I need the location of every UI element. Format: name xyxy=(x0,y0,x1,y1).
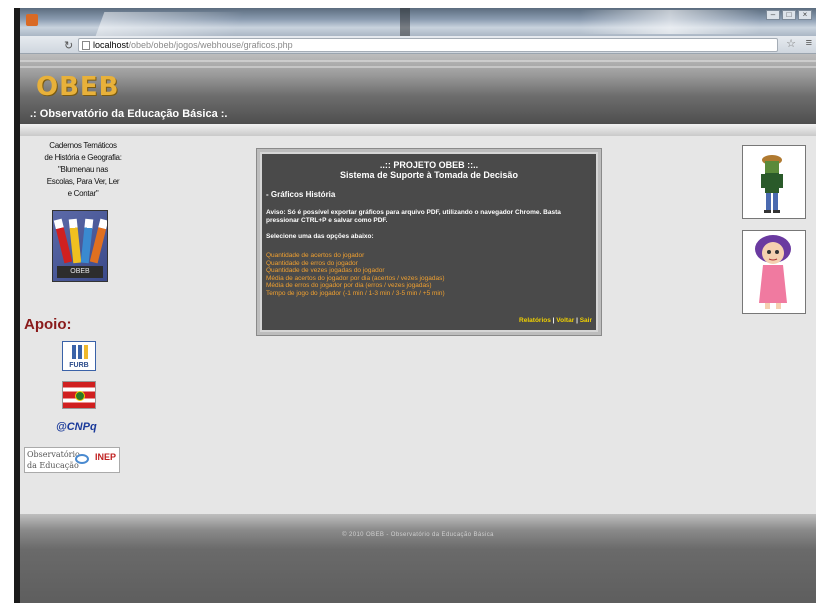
desktop-edge xyxy=(0,0,14,603)
main-panel: ..:: PROJETO OBEB ::.. Sistema de Suport… xyxy=(260,152,598,332)
export-notice: Aviso: Só é possível exportar gráficos p… xyxy=(266,209,561,224)
boy-character-icon xyxy=(761,155,783,213)
voltar-link[interactable]: Voltar xyxy=(556,317,574,324)
page-footer: © 2010 OBEB - Observatório da Educação B… xyxy=(20,514,816,603)
maximize-icon[interactable]: □ xyxy=(782,10,796,20)
panel-title: ..:: PROJETO OBEB ::.. Sistema de Suport… xyxy=(340,160,518,180)
caderno-link[interactable]: Cadernos Temáticos de História e Geograf… xyxy=(24,140,142,200)
option-vezes-jogadas[interactable]: Quantidade de vezes jogadas do jogador xyxy=(266,267,596,275)
blumenau-flag-logo[interactable] xyxy=(62,381,96,409)
girl-character-icon xyxy=(755,235,791,309)
close-icon[interactable]: × xyxy=(798,10,812,20)
relatorios-link[interactable]: Relatórios xyxy=(519,317,551,324)
minimize-icon[interactable]: – xyxy=(766,10,780,20)
url-path: /obeb/obeb/jogos/webhouse/graficos.php xyxy=(128,40,293,50)
cnpq-logo[interactable]: @CNPq xyxy=(56,421,142,433)
main-panel-frame: ..:: PROJETO OBEB ::.. Sistema de Suport… xyxy=(256,148,602,336)
copyright-text: © 2010 OBEB - Observatório da Educação B… xyxy=(342,532,494,538)
observatorio-inep-logo[interactable]: Observatório da Educação INEP xyxy=(24,447,120,473)
option-media-acertos[interactable]: Média de acertos do jogador por dia (ace… xyxy=(266,275,596,283)
browser-app-icon[interactable] xyxy=(26,14,38,26)
browser-window: – □ × ↻ localhost/obeb/obeb/jogos/webhou… xyxy=(14,8,816,603)
browser-tab-strip: – □ × xyxy=(20,8,816,36)
site-logo[interactable]: OBEB xyxy=(36,72,120,102)
url-host: localhost xyxy=(93,40,129,50)
option-media-erros[interactable]: Média de erros do jogador por dia (erros… xyxy=(266,282,596,290)
section-title: - Gráficos História xyxy=(266,190,336,199)
eye-icon xyxy=(75,454,89,464)
instruction-text: Selecione uma das opções abaixo: xyxy=(266,233,374,240)
option-tempo-jogo[interactable]: Tempo de jogo do jogador (-1 min / 1-3 m… xyxy=(266,290,596,298)
window-controls: – □ × xyxy=(766,10,812,20)
left-sidebar: Cadernos Temáticos de História e Geograf… xyxy=(24,140,142,473)
bookmark-star-icon[interactable]: ☆ xyxy=(786,37,796,50)
cnpq-swirl-icon: @ xyxy=(56,421,67,433)
menu-icon[interactable]: ≡ xyxy=(806,37,812,49)
caderno-book-image[interactable]: OBEB xyxy=(52,210,108,282)
header-subbar xyxy=(20,124,816,136)
option-erros[interactable]: Quantidade de erros do jogador xyxy=(266,260,596,268)
avatar-girl[interactable] xyxy=(742,230,806,314)
sair-link[interactable]: Sair xyxy=(580,317,592,324)
page-icon xyxy=(82,41,90,50)
chart-options-list: Quantidade de acertos do jogador Quantid… xyxy=(266,252,596,297)
site-header: OBEB .: Observatório da Educação Básica … xyxy=(20,54,816,124)
refresh-icon[interactable]: ↻ xyxy=(64,39,73,52)
furb-logo[interactable]: FURB xyxy=(62,341,96,371)
apoio-title: Apoio: xyxy=(24,316,72,333)
option-acertos[interactable]: Quantidade de acertos do jogador xyxy=(266,252,596,260)
caderno-book-label: OBEB xyxy=(57,266,103,278)
address-bar: ↻ localhost/obeb/obeb/jogos/webhouse/gra… xyxy=(20,36,816,54)
site-tagline: .: Observatório da Educação Básica :. xyxy=(30,108,228,120)
url-input[interactable]: localhost/obeb/obeb/jogos/webhouse/grafi… xyxy=(78,38,778,52)
panel-footer-links: Relatórios | Voltar | Sair xyxy=(519,317,592,324)
avatar-boy[interactable] xyxy=(742,145,806,219)
